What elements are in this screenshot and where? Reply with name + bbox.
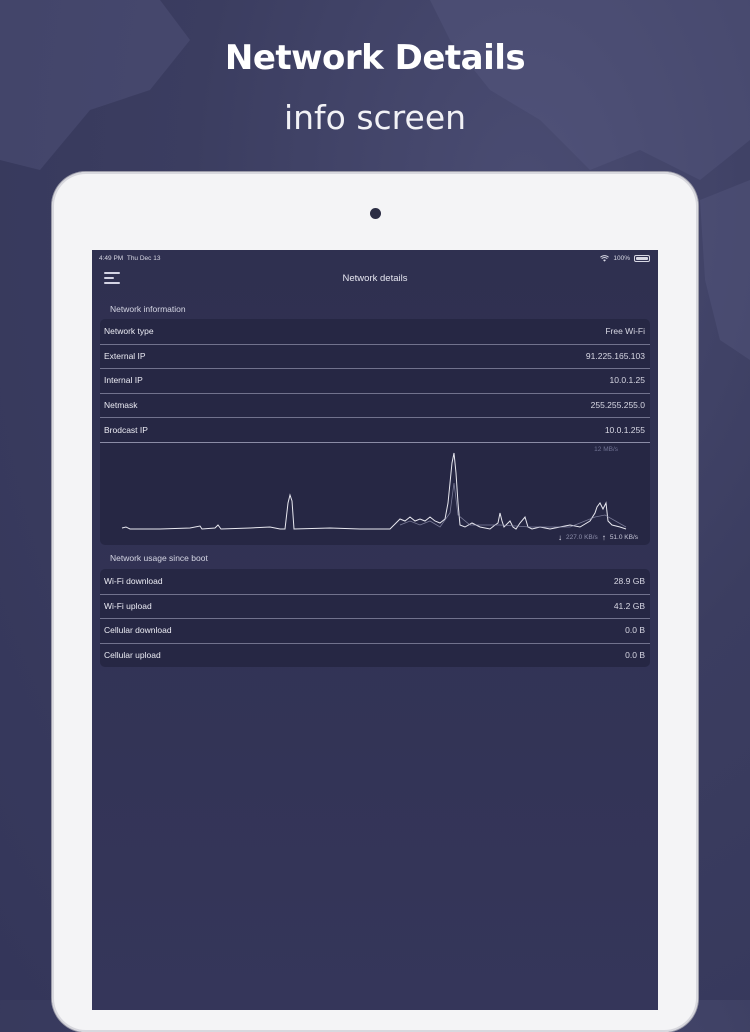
navigation-bar: Network details	[92, 266, 658, 292]
row-internal-ip: Internal IP 10.0.1.25	[100, 368, 650, 393]
row-cellular-download: Cellular download 0.0 B	[100, 618, 650, 643]
row-label: Wi-Fi upload	[104, 600, 152, 611]
row-value: 10.0.1.255	[604, 424, 645, 435]
network-info-header: Network information	[110, 304, 186, 314]
app-screen: 4:49 PM Thu Dec 13 100% Network details …	[92, 250, 658, 1010]
row-label: Internal IP	[104, 375, 143, 386]
promo-title: Network Details	[224, 38, 526, 78]
row-label: Netmask	[104, 400, 138, 411]
battery-icon	[634, 255, 650, 262]
arrow-down-icon: ↓	[558, 532, 562, 542]
battery-percent: 100%	[613, 255, 630, 262]
row-value: 0.0 B	[625, 625, 645, 636]
row-value: Free Wi-Fi	[605, 326, 645, 337]
row-value: 28.9 GB	[613, 576, 645, 587]
status-indicators: 100%	[600, 255, 650, 262]
status-date: Thu Dec 13	[126, 255, 161, 262]
traffic-line	[121, 452, 627, 530]
row-label: Cellular download	[104, 625, 172, 636]
row-value: 91.225.165.103	[585, 350, 645, 361]
row-external-ip: External IP 91.225.165.103	[100, 343, 650, 369]
row-wifi-upload: Wi-Fi upload 41.2 GB	[100, 593, 650, 619]
speed-indicators: ↓ 227.0 KB/s ↑ 51.0 KB/s	[558, 533, 638, 542]
nav-title: Network details	[342, 273, 408, 284]
usage-header: Network usage since boot	[110, 553, 208, 563]
row-broadcast-ip: Brodcast IP 10.0.1.255	[100, 417, 650, 442]
wifi-icon	[600, 255, 610, 262]
traffic-chart-plot	[121, 452, 627, 530]
row-network-type: Network type Free Wi-Fi	[100, 319, 650, 344]
upload-speed: 51.0 KB/s	[609, 533, 638, 541]
status-time: 4:49 PM Thu Dec 13	[99, 255, 160, 262]
row-value: 41.2 GB	[613, 600, 645, 611]
row-value: 10.0.1.25	[609, 375, 645, 386]
row-label: Network type	[104, 326, 154, 337]
row-wifi-download: Wi-Fi download 28.9 GB	[100, 569, 650, 594]
status-bar: 4:49 PM Thu Dec 13 100%	[92, 250, 658, 266]
camera-dot	[370, 208, 381, 219]
status-time-value: 4:49 PM	[99, 255, 124, 262]
network-info-card: Network type Free Wi-Fi External IP 91.2…	[100, 319, 650, 545]
row-label: Brodcast IP	[104, 424, 148, 435]
row-label: Cellular upload	[104, 650, 161, 661]
row-label: External IP	[104, 350, 146, 361]
download-speed: 227.0 KB/s	[566, 533, 598, 541]
row-netmask: Netmask 255.255.255.0	[100, 392, 650, 418]
row-value: 255.255.255.0	[590, 400, 645, 411]
row-label: Wi-Fi download	[104, 576, 163, 587]
arrow-up-icon: ↑	[601, 532, 606, 542]
row-cellular-upload: Cellular upload 0.0 B	[100, 642, 650, 668]
usage-card: Wi-Fi download 28.9 GB Wi-Fi upload 41.2…	[100, 569, 650, 668]
promo-subtitle: info screen	[283, 98, 467, 137]
traffic-chart: 12 MB/s ↓ 227.0 KB/s ↑ 51.0 KB/s	[100, 441, 650, 545]
row-value: 0.0 B	[625, 650, 645, 661]
